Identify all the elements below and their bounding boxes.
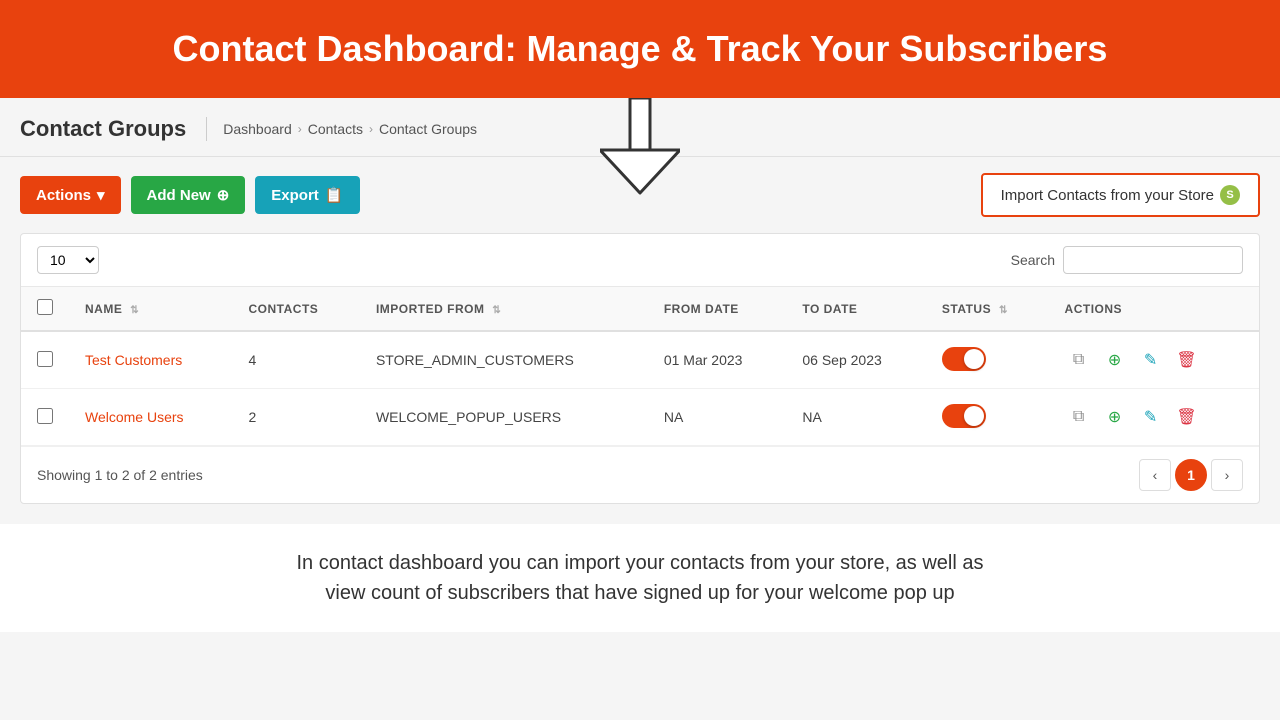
- per-page-selector: 10 25 50 100: [37, 246, 99, 274]
- table-body: Test Customers 4 STORE_ADMIN_CUSTOMERS 0…: [21, 331, 1259, 446]
- col-actions: ACTIONS: [1049, 287, 1259, 331]
- row1-from-date: 01 Mar 2023: [648, 331, 787, 389]
- table-footer: Showing 1 to 2 of 2 entries ‹ 1 ›: [21, 446, 1259, 503]
- row2-checkbox-cell: [21, 389, 69, 446]
- header-title: Contact Dashboard: Manage & Track Your S…: [173, 28, 1108, 69]
- row1-name: Test Customers: [69, 331, 233, 389]
- col-actions-label: ACTIONS: [1065, 302, 1123, 316]
- actions-button[interactable]: Actions ▾: [20, 176, 121, 214]
- header-banner: Contact Dashboard: Manage & Track Your S…: [0, 0, 1280, 98]
- row2-name: Welcome Users: [69, 389, 233, 446]
- col-name-label: NAME: [85, 302, 122, 316]
- col-contacts: CONTACTS: [233, 287, 360, 331]
- page-title: Contact Groups: [20, 116, 186, 142]
- sort-name-icon: ⇅: [130, 305, 139, 316]
- breadcrumb-current: Contact Groups: [379, 121, 477, 137]
- row1-copy-icon[interactable]: ⧉: [1065, 346, 1093, 374]
- pagination: ‹ 1 ›: [1139, 459, 1243, 491]
- prev-page-button[interactable]: ‹: [1139, 459, 1171, 491]
- per-page-select[interactable]: 10 25 50 100: [37, 246, 99, 274]
- row2-to-date: NA: [786, 389, 926, 446]
- row1-add-icon[interactable]: ⊕: [1101, 346, 1129, 374]
- search-box: Search: [1011, 246, 1243, 274]
- row1-edit-icon[interactable]: ✎: [1137, 346, 1165, 374]
- col-to-date-label: TO DATE: [802, 302, 857, 316]
- row2-contacts: 2: [233, 389, 360, 446]
- row2-add-icon[interactable]: ⊕: [1101, 403, 1129, 431]
- import-label: Import Contacts from your Store: [1001, 187, 1214, 204]
- search-input[interactable]: [1063, 246, 1243, 274]
- breadcrumb-contacts[interactable]: Contacts: [308, 121, 363, 137]
- showing-text: Showing 1 to 2 of 2 entries: [37, 467, 203, 483]
- table-row: Test Customers 4 STORE_ADMIN_CUSTOMERS 0…: [21, 331, 1259, 389]
- row2-action-icons: ⧉ ⊕ ✎ 🗑: [1065, 403, 1243, 431]
- plus-circle-icon: ⊕: [217, 186, 230, 204]
- sort-status-icon: ⇅: [999, 305, 1008, 316]
- row2-copy-icon[interactable]: ⧉: [1065, 403, 1093, 431]
- breadcrumb-dashboard[interactable]: Dashboard: [223, 121, 292, 137]
- col-imported-from[interactable]: IMPORTED FROM ⇅: [360, 287, 648, 331]
- add-new-label: Add New: [147, 187, 211, 204]
- select-all-checkbox[interactable]: [37, 299, 53, 315]
- actions-label: Actions: [36, 187, 91, 204]
- row1-checkbox[interactable]: [37, 351, 53, 367]
- row1-contacts: 4: [233, 331, 360, 389]
- col-imported-label: IMPORTED FROM: [376, 302, 485, 316]
- table-header: NAME ⇅ CONTACTS IMPORTED FROM ⇅ FROM DAT…: [21, 287, 1259, 331]
- sort-imported-icon: ⇅: [492, 305, 501, 316]
- select-all-header: [21, 287, 69, 331]
- table-container: 10 25 50 100 Search NAME: [20, 233, 1260, 504]
- row1-checkbox-cell: [21, 331, 69, 389]
- shopify-icon: S: [1220, 185, 1240, 205]
- data-table: NAME ⇅ CONTACTS IMPORTED FROM ⇅ FROM DAT…: [21, 287, 1259, 446]
- col-name[interactable]: NAME ⇅: [69, 287, 233, 331]
- row1-toggle[interactable]: [942, 347, 986, 371]
- arrow-annotation: [600, 98, 680, 198]
- col-from-date: FROM DATE: [648, 287, 787, 331]
- col-from-date-label: FROM DATE: [664, 302, 739, 316]
- row1-to-date: 06 Sep 2023: [786, 331, 926, 389]
- row2-delete-icon[interactable]: 🗑: [1173, 403, 1201, 431]
- col-to-date: TO DATE: [786, 287, 926, 331]
- next-page-button[interactable]: ›: [1211, 459, 1243, 491]
- breadcrumb-arrow-1: ›: [298, 122, 302, 136]
- row1-imported-from: STORE_ADMIN_CUSTOMERS: [360, 331, 648, 389]
- breadcrumb: Dashboard › Contacts › Contact Groups: [223, 121, 477, 137]
- col-status-label: STATUS: [942, 302, 991, 316]
- table-row: Welcome Users 2 WELCOME_POPUP_USERS NA N…: [21, 389, 1259, 446]
- row1-status: [926, 331, 1049, 389]
- row2-checkbox[interactable]: [37, 408, 53, 424]
- row1-delete-icon[interactable]: 🗑: [1173, 346, 1201, 374]
- chevron-down-icon: ▾: [97, 186, 105, 204]
- bottom-line2: view count of subscribers that have sign…: [40, 578, 1240, 608]
- breadcrumb-separator: [206, 117, 207, 141]
- search-label: Search: [1011, 252, 1055, 268]
- bottom-description: In contact dashboard you can import your…: [0, 524, 1280, 632]
- col-contacts-label: CONTACTS: [249, 302, 319, 316]
- breadcrumb-arrow-2: ›: [369, 122, 373, 136]
- row2-imported-from: WELCOME_POPUP_USERS: [360, 389, 648, 446]
- export-button[interactable]: Export 📋: [255, 176, 359, 214]
- row2-name-link[interactable]: Welcome Users: [85, 409, 184, 425]
- export-label: Export: [271, 187, 319, 204]
- row1-name-link[interactable]: Test Customers: [85, 352, 182, 368]
- table-controls: 10 25 50 100 Search: [21, 234, 1259, 287]
- row1-action-icons: ⧉ ⊕ ✎ 🗑: [1065, 346, 1243, 374]
- col-status[interactable]: STATUS ⇅: [926, 287, 1049, 331]
- bottom-line1: In contact dashboard you can import your…: [40, 548, 1240, 578]
- export-icon: 📋: [325, 186, 344, 204]
- row2-from-date: NA: [648, 389, 787, 446]
- row2-actions-cell: ⧉ ⊕ ✎ 🗑: [1049, 389, 1259, 446]
- import-button[interactable]: Import Contacts from your Store S: [981, 173, 1260, 217]
- add-new-button[interactable]: Add New ⊕: [131, 176, 246, 214]
- row1-actions-cell: ⧉ ⊕ ✎ 🗑: [1049, 331, 1259, 389]
- row2-toggle[interactable]: [942, 404, 986, 428]
- row2-edit-icon[interactable]: ✎: [1137, 403, 1165, 431]
- row2-status: [926, 389, 1049, 446]
- page-1-button[interactable]: 1: [1175, 459, 1207, 491]
